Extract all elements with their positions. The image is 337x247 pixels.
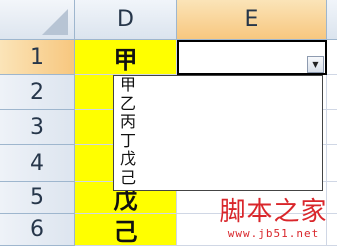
row-header-2[interactable]: 2 <box>0 75 75 110</box>
spreadsheet-grid: D E 1 甲 2 3 4 5 戊 6 己 ▼ 甲 乙 丙 丁 戊 己 脚本之家… <box>0 0 337 246</box>
cell-d1[interactable]: 甲 <box>75 40 177 75</box>
column-header-d[interactable]: D <box>75 0 177 40</box>
cell-d6[interactable]: 己 <box>75 214 177 246</box>
dropdown-option[interactable]: 戊 <box>120 149 322 169</box>
dropdown-option[interactable]: 乙 <box>120 94 322 114</box>
cell-f2[interactable] <box>327 75 337 110</box>
cell-f4[interactable] <box>327 145 337 182</box>
site-watermark: 脚本之家 www.jb51.net <box>210 197 337 246</box>
cell-f3[interactable] <box>327 110 337 145</box>
select-all-corner[interactable] <box>0 0 75 40</box>
cell-e1[interactable] <box>177 40 327 75</box>
watermark-url: www.jb51.net <box>227 227 320 240</box>
row-header-3[interactable]: 3 <box>0 110 75 145</box>
dropdown-option[interactable]: 甲 <box>120 76 322 95</box>
dropdown-option[interactable]: 丙 <box>120 112 322 132</box>
cell-f1[interactable] <box>327 40 337 75</box>
column-header-e[interactable]: E <box>177 0 327 40</box>
dropdown-arrow-button[interactable]: ▼ <box>307 56 324 73</box>
row-header-1[interactable]: 1 <box>0 40 75 75</box>
row-header-4[interactable]: 4 <box>0 145 75 182</box>
validation-dropdown-list[interactable]: 甲 乙 丙 丁 戊 己 <box>113 75 323 191</box>
column-header-f[interactable] <box>327 0 337 40</box>
triangle-down-icon: ▼ <box>312 60 319 69</box>
row-header-5[interactable]: 5 <box>0 182 75 214</box>
watermark-title: 脚本之家 <box>219 197 328 227</box>
row-header-6[interactable]: 6 <box>0 214 75 246</box>
select-all-triangle-icon <box>42 9 68 35</box>
dropdown-option[interactable]: 丁 <box>120 131 322 151</box>
dropdown-option[interactable]: 己 <box>120 168 322 188</box>
